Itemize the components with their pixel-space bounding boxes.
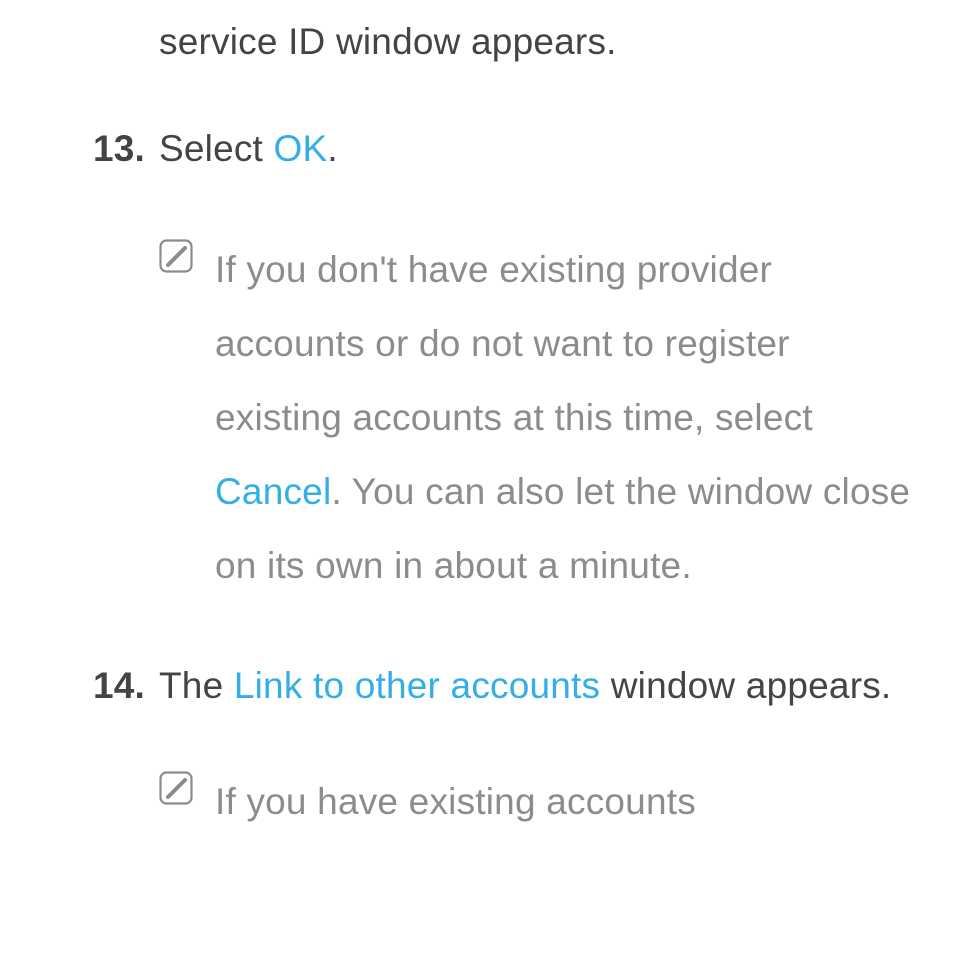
step-14-note-text: If you have existing accounts	[215, 765, 696, 839]
step-13-note-text: If you don't have existing provider acco…	[215, 233, 914, 603]
step-number-13: 13.	[0, 128, 159, 170]
step-14: 14. The Link to other accounts window ap…	[0, 665, 914, 722]
step-14-note: If you have existing accounts	[159, 765, 914, 839]
step-14-text-0: The	[159, 665, 234, 706]
step-number-14: 14.	[0, 665, 159, 707]
note-icon	[159, 771, 193, 810]
ui-reference-ok: OK	[274, 128, 328, 169]
step-13-body: Select OK.	[159, 112, 338, 185]
previous-step-tail-text: service ID window appears.	[159, 18, 914, 66]
step-13-text-0: Select	[159, 128, 274, 169]
step-13-note: If you don't have existing provider acco…	[159, 233, 914, 603]
note14-text-0: If you have existing accounts	[215, 781, 696, 822]
step-13: 13. Select OK.	[0, 128, 914, 185]
note-icon	[159, 239, 193, 278]
ui-reference-cancel: Cancel	[215, 471, 331, 512]
step-14-text-2: window appears.	[600, 665, 891, 706]
document-page: service ID window appears. 13. Select OK…	[0, 18, 954, 839]
note13-text-0: If you don't have existing provider acco…	[215, 249, 813, 438]
ui-reference-link-to-other-accounts: Link to other accounts	[234, 665, 600, 706]
step-13-text-2: .	[327, 128, 337, 169]
step-14-body: The Link to other accounts window appear…	[159, 649, 891, 722]
